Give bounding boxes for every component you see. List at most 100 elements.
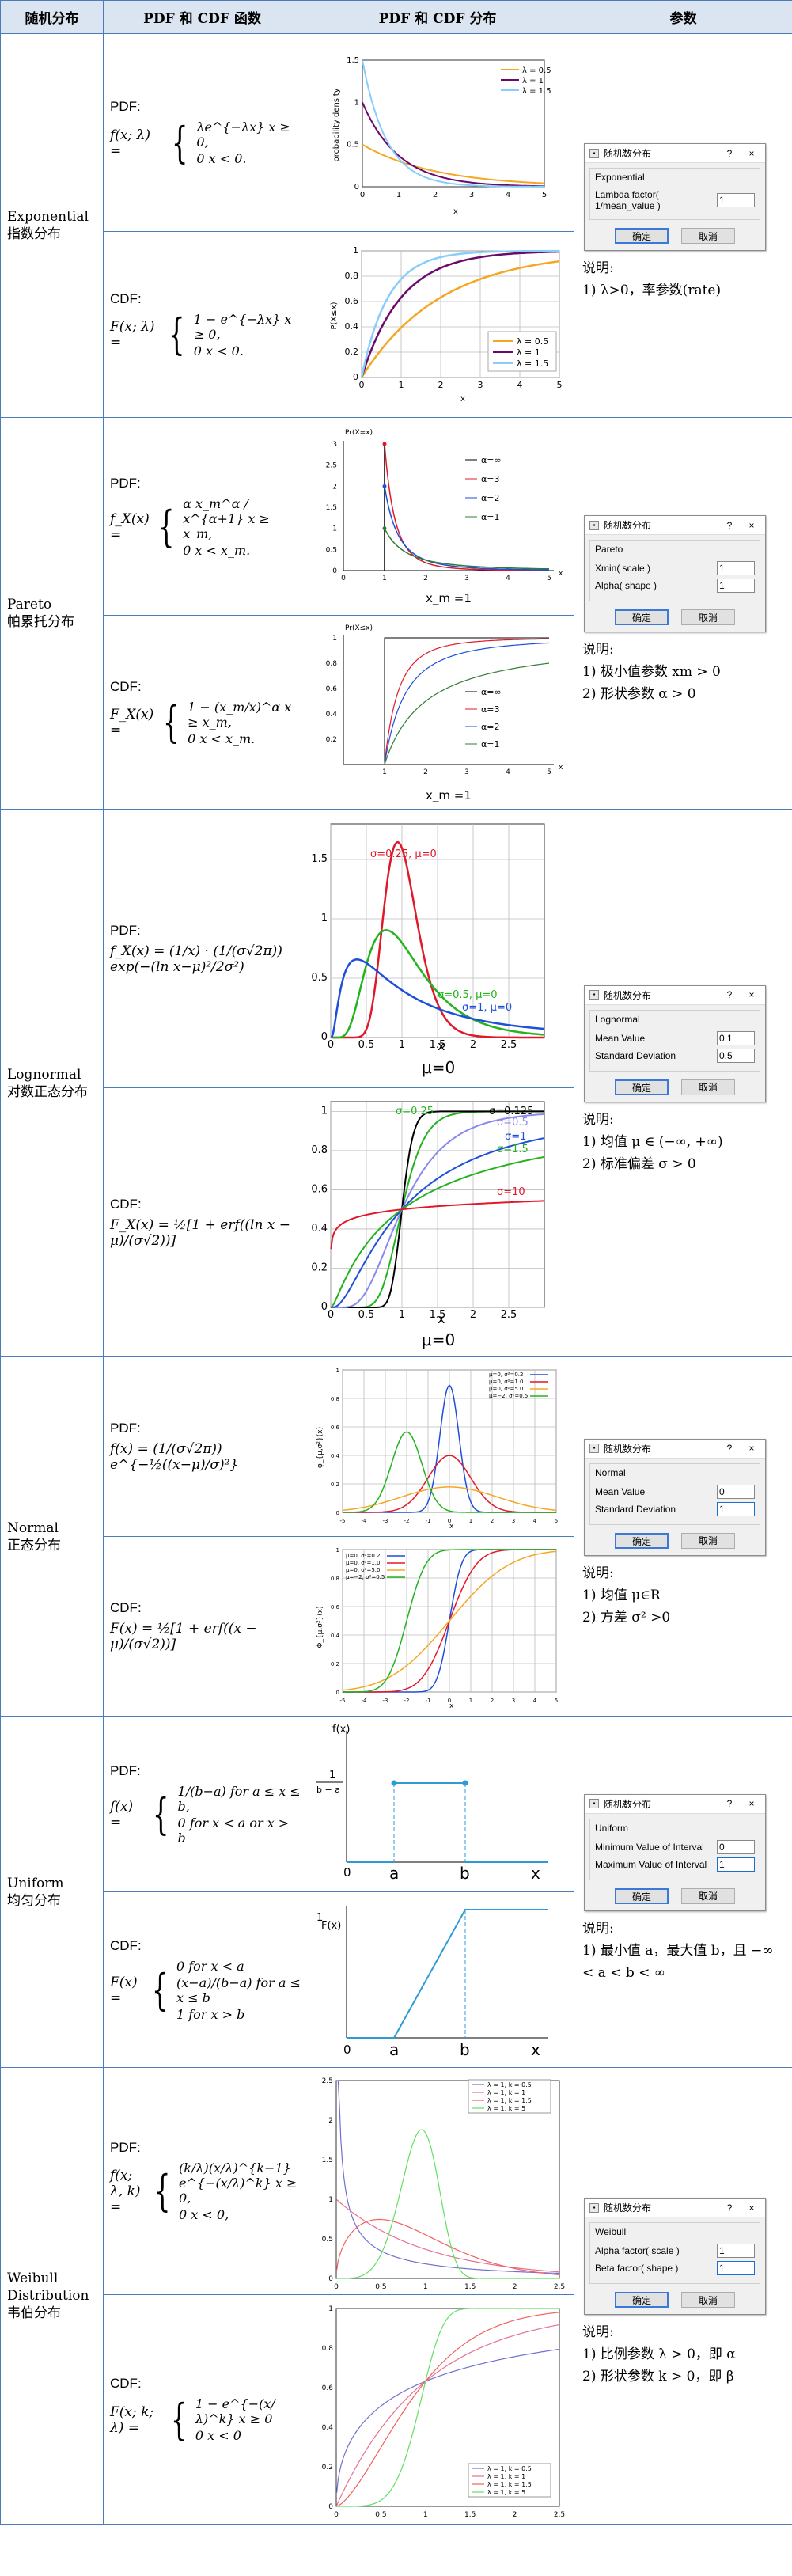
parameter-input[interactable] [717,1857,755,1872]
x-tick-label: 2 [512,2511,517,2518]
x-tick-label: 1.5 [464,2283,476,2290]
ok-button[interactable]: 确定 [615,609,669,625]
y-tick-label: 3 [332,441,337,449]
ok-button[interactable]: 确定 [615,1079,669,1095]
parameter-row: Xmin( scale ) [595,561,755,575]
legend-entry: μ=0, σ²=0.2 [346,1553,380,1559]
pareto-pdf-1 [384,485,549,571]
x-tick-label: -4 [362,1698,368,1704]
ok-button[interactable]: 确定 [615,228,669,244]
parameter-label: Standard Deviation [595,1049,676,1061]
formula: f(x) = (1/(σ√2π)) e^{−½((x−μ)/σ)²} [110,1441,301,1473]
cancel-button[interactable]: 取消 [681,609,735,625]
app-icon: ▪ [589,520,599,530]
legend-entry: λ = 1, k = 1 [487,2473,525,2480]
y-tick-label: 1 [328,2305,333,2313]
formula: F(x) = {0 for x < a (x−a)/(b−a) for a ≤ x … [110,1959,301,2022]
formula-lhs: f(x) = [110,1798,134,1831]
parameter-input[interactable] [717,1501,755,1516]
help-icon[interactable]: ? [721,148,738,159]
x-tick-label: 1 [469,1698,472,1704]
y-tick-label: 1 [354,98,359,107]
distribution-name: Normal [7,1519,59,1536]
parameter-label: Maximum Value of Interval [595,1858,707,1870]
close-icon[interactable]: × [743,989,760,1000]
help-icon[interactable]: ? [721,520,738,531]
formula-text: F(x) = ½[1 + erf((x − μ)/(σ√2))] [110,1621,257,1652]
cancel-button[interactable]: 取消 [681,1079,735,1095]
distribution-name-cn: 对数正态分布 [7,1083,88,1100]
help-icon[interactable]: ? [721,1443,738,1454]
pdf-plot: -5 -4 -3 -2 -1 0 1 2 3 4 5 0 0.2 0.4 0.6 0.8 1 φ_{μ,σ²}(x… [306,1360,569,1533]
pdf-plot: 0 1 2 3 4 5 0 0.5 1 1.5 probability density x λ = 0.… [306,46,569,220]
parameter-label: Mean Value [595,1485,646,1497]
legend-entry: λ = 1, k = 0.5 [487,2081,532,2088]
cancel-button[interactable]: 取消 [681,1887,735,1904]
formula-text: f(x) = (1/(σ√2π)) e^{−½((x−μ)/σ)²} [110,1441,239,1473]
y-tick-label: 2 [332,483,337,491]
y-tick-label: 0 [332,567,337,575]
y-tick-label: 1 [332,635,337,643]
formula-case: λe^{−λx} x ≥ 0, [196,120,290,150]
y-tick-label: 0.6 [326,685,338,693]
help-icon[interactable]: ? [721,1798,738,1809]
notes: 说明: 1) 比例参数 λ > 0，即 α 2) 形状参数 k > 0，即 β [574,2315,792,2394]
close-icon[interactable]: × [743,148,760,159]
parameter-input[interactable] [717,193,755,207]
x-tick-label: -3 [383,1518,388,1524]
plot-label: x [438,1311,445,1326]
parameter-input[interactable] [717,2244,755,2258]
x-tick-label: 5 [547,768,551,776]
parameter-input[interactable] [717,1839,755,1854]
distribution-name-cn: 韦伯分布 [7,2305,61,2321]
dialog-titlebar: ▪ 随机数分布? × [585,985,765,1005]
note-item: 1) 均值 μ ∈ (−∞, +∞) [582,1133,723,1150]
help-icon[interactable]: ? [721,2202,738,2214]
pareto-pdf-0 [384,443,549,571]
plot-label: x [449,1523,454,1531]
formula-lhs: F(x; λ) = [110,319,155,351]
plot-label: 1 [316,1912,323,1924]
legend-entry: λ = 1, k = 5 [487,2105,525,2112]
y-tick-label: 0.8 [321,2345,333,2353]
close-icon[interactable]: × [743,1798,760,1809]
close-icon[interactable]: × [743,520,760,531]
pareto-cdf-0 [384,638,549,765]
parameter-input[interactable] [717,1484,755,1499]
legend-entry: μ=0, σ²=5.0 [346,1567,380,1573]
parameter-row: Standard Deviation [595,1048,755,1063]
distribution-name-cn: 指数分布 [7,226,61,242]
distribution-name: Uniform [7,1875,64,1891]
y-tick-label: 1 [353,245,358,256]
distribution-name-cell: Lognormal 对数正态分布 [0,809,104,1357]
pdf-formula-cell: PDF: f_X(x) = (1/x) · (1/(σ√2π)) exp(−(ln… [103,809,301,1088]
cdf-label: CDF: [110,1196,142,1212]
distribution-name-cell: Pareto 帕累托分布 [0,417,104,810]
close-icon[interactable]: × [743,1443,760,1454]
cdf-label: CDF: [110,1937,142,1953]
ok-button[interactable]: 确定 [615,2292,669,2308]
parameter-input[interactable] [717,1048,755,1063]
parameter-input[interactable] [717,579,755,593]
interval-b-label: b [460,1864,470,1883]
parameter-input[interactable] [717,1030,755,1045]
parameter-input[interactable] [717,561,755,575]
pdf-plot: 0 0.5 1 1.5 2 2.5 0 0.5 1 1.5 σ=0.25, μ=0 σ=0.5, μ=… [306,816,569,1081]
ok-button[interactable]: 确定 [615,1532,669,1549]
cancel-button[interactable]: 取消 [681,2292,735,2308]
cdf-plot: 0 0.5 1 1.5 2 2.5 0 0.2 0.4 0.6 0.8 1 λ = 1, k = 0.5… [306,2301,569,2518]
help-icon[interactable]: ? [721,989,738,1000]
parameter-label: Lambda factor( 1/mean_value ) [595,189,661,211]
legend-entry: μ=0, σ²=5.0 [489,1386,523,1392]
lognormal-pdf-1 [331,929,545,1039]
y-tick-label: 2 [328,2117,333,2125]
cancel-button[interactable]: 取消 [681,1532,735,1549]
legend-entry: λ = 1.5 [522,87,551,96]
parameter-input[interactable] [717,2261,755,2275]
dialog-buttons: 确定 取消 [585,2289,765,2314]
formula-lhs: f(x; λ) = [110,127,151,159]
cancel-button[interactable]: 取消 [681,228,735,244]
close-icon[interactable]: × [743,2202,760,2214]
ok-button[interactable]: 确定 [615,1887,669,1904]
x-tick-label: 4 [506,575,510,582]
